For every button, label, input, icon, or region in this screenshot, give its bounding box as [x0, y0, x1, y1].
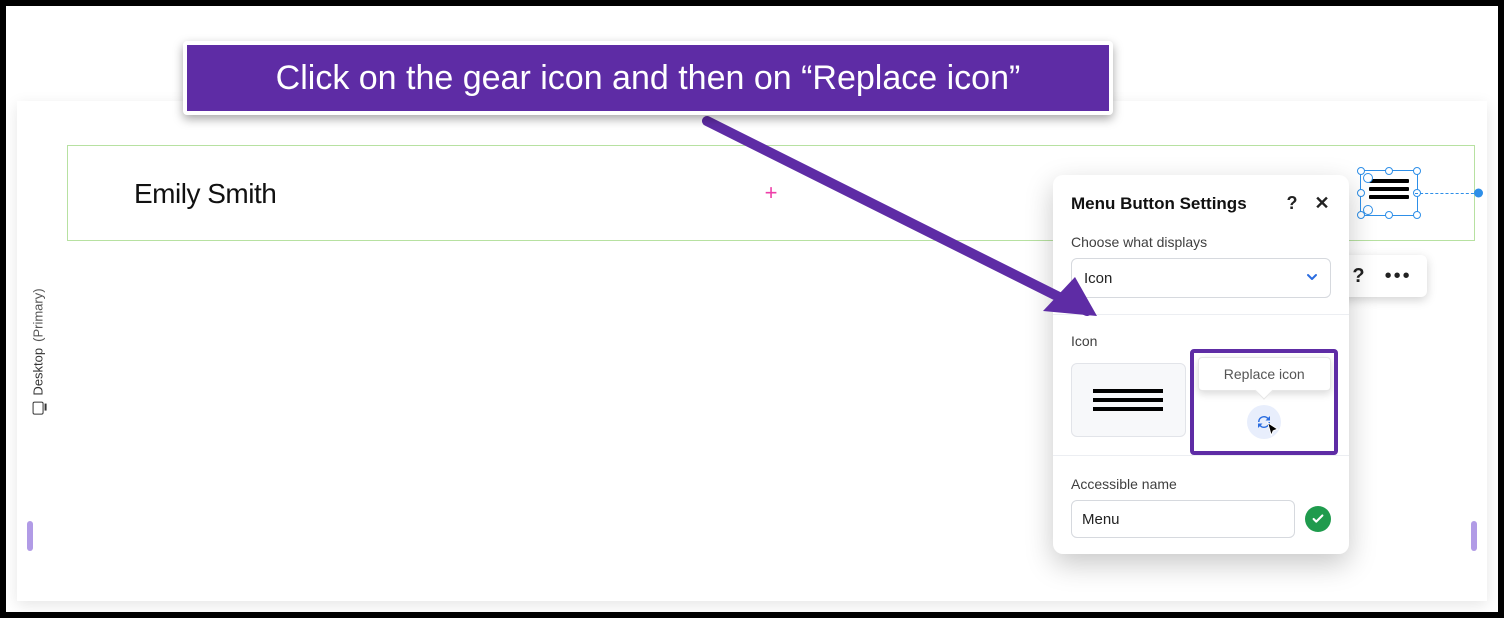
editor-canvas: Desktop (Primary) Emily Smith + ? ••• [17, 101, 1487, 601]
viewport-sidebar[interactable]: Desktop (Primary) [17, 101, 59, 601]
toolbar-help-icon[interactable]: ? [1352, 265, 1364, 288]
menu-button-settings-panel: Menu Button Settings ? ✕ Choose what dis… [1053, 175, 1349, 554]
replace-icon-button[interactable] [1247, 405, 1281, 439]
canvas-left-handle[interactable] [27, 521, 33, 551]
validation-ok-badge [1305, 506, 1331, 532]
viewport-device-label: Desktop [31, 347, 46, 395]
chevron-down-icon [1306, 270, 1318, 286]
current-icon-preview[interactable] [1071, 363, 1186, 437]
app-frame: Click on the gear icon and then on “Repl… [6, 6, 1498, 612]
panel-title: Menu Button Settings [1071, 194, 1273, 214]
element-actions-toolbar: ? ••• [1337, 255, 1427, 297]
replace-icon-tooltip-text: Replace icon [1224, 366, 1305, 382]
panel-close-icon[interactable]: ✕ [1311, 193, 1333, 214]
desktop-icon [33, 401, 44, 414]
selected-menu-button-element[interactable] [1363, 173, 1415, 213]
viewport-mode-label: (Primary) [31, 288, 46, 341]
accessible-name-label: Accessible name [1071, 476, 1331, 492]
choose-display-label: Choose what displays [1071, 234, 1331, 250]
toolbar-more-icon[interactable]: ••• [1385, 265, 1412, 288]
instruction-callout: Click on the gear icon and then on “Repl… [183, 41, 1113, 115]
site-title-text[interactable]: Emily Smith [134, 178, 276, 210]
hamburger-menu-icon [1093, 384, 1163, 416]
instruction-callout-text: Click on the gear icon and then on “Repl… [276, 59, 1021, 98]
replace-icon-tooltip: Replace icon [1198, 357, 1331, 391]
display-mode-value: Icon [1084, 270, 1112, 287]
panel-help-icon[interactable]: ? [1281, 193, 1303, 214]
accessible-name-input[interactable] [1071, 500, 1295, 538]
icon-section-label: Icon [1071, 333, 1331, 349]
add-element-plus-icon[interactable]: + [765, 180, 778, 206]
check-icon [1311, 512, 1325, 526]
cursor-icon [1265, 421, 1283, 439]
display-mode-select[interactable]: Icon [1071, 258, 1331, 298]
canvas-right-handle[interactable] [1471, 521, 1477, 551]
